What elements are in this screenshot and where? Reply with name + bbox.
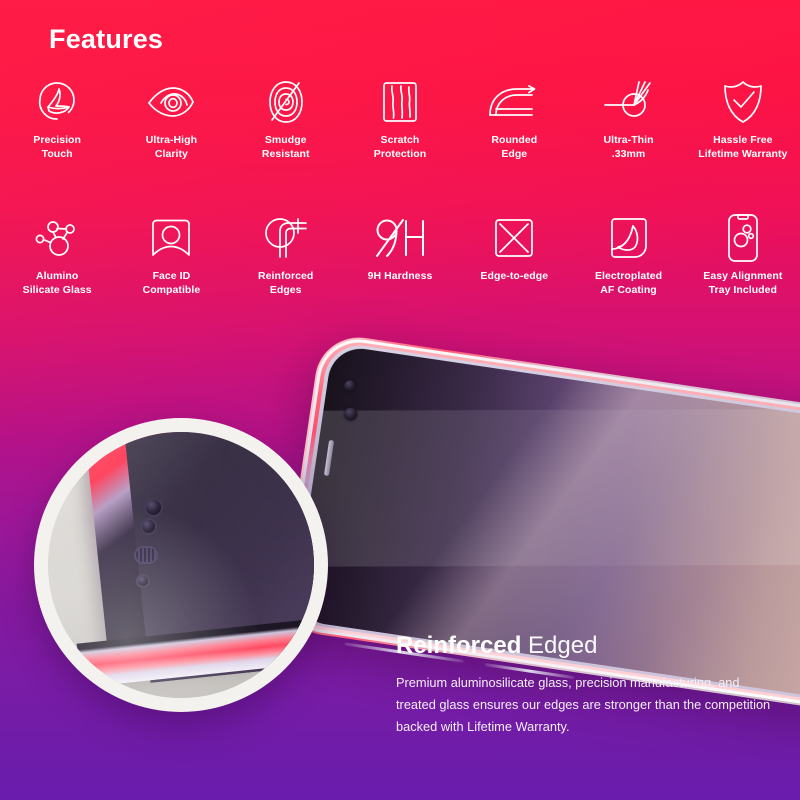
- feature-rounded-edge: Rounded Edge: [457, 78, 571, 162]
- feature-label: Alumino Silicate Glass: [22, 270, 92, 296]
- feature-label: 9H Hardness: [367, 270, 433, 282]
- alignment-tray-icon: [726, 214, 760, 262]
- feature-label: Electroplated AF Coating: [594, 270, 663, 296]
- feature-label: Scratch Protection: [373, 134, 427, 160]
- feature-precision-touch: Precision Touch: [0, 78, 114, 162]
- feature-ultra-high-clarity: Ultra-High Clarity: [114, 78, 228, 162]
- precision-touch-icon: [34, 78, 80, 126]
- caption-title: Reinforced Edged: [396, 632, 782, 661]
- caption-block: Reinforced Edged Premium aluminosilicate…: [396, 632, 782, 738]
- magnifier-lens-inner: [48, 432, 314, 698]
- edge-to-edge-icon: [493, 214, 535, 262]
- rounded-edge-icon: [487, 78, 541, 126]
- eye-clarity-icon: [146, 78, 196, 126]
- feature-label: Ultra-Thin .33mm: [603, 134, 654, 160]
- feature-reinforced-edges: Reinforced Edges: [229, 214, 343, 298]
- magnifier-lens-closeup: [34, 418, 328, 712]
- scratch-protection-icon: [380, 78, 420, 126]
- feature-scratch-protection: Scratch Protection: [343, 78, 457, 162]
- caption-title-light: Edged: [528, 632, 598, 659]
- ultra-thin-icon: [603, 78, 655, 126]
- feature-lifetime-warranty: Hassle Free Lifetime Warranty: [686, 78, 800, 162]
- caption-body: Premium aluminosilicate glass, precision…: [396, 674, 771, 735]
- feature-label: Ultra-High Clarity: [145, 134, 198, 160]
- reinforced-edges-icon: [262, 214, 310, 262]
- caption-title-strong: Reinforced: [396, 632, 522, 659]
- feature-alumino-silicate-glass: Alumino Silicate Glass: [0, 214, 114, 298]
- feature-ultra-thin: Ultra-Thin .33mm: [571, 78, 685, 162]
- page-title: Features: [49, 24, 164, 54]
- feature-face-id-compatible: Face ID Compatible: [114, 214, 228, 298]
- feature-label: Face ID Compatible: [142, 270, 201, 296]
- feature-edge-to-edge: Edge-to-edge: [457, 214, 571, 298]
- screen-sheen: [292, 408, 800, 567]
- feature-smudge-resistant: Smudge Resistant: [229, 78, 343, 162]
- product-feature-graphic: Features Precision Touch Ultra-High Clar…: [0, 0, 800, 800]
- feature-row-secondary: Alumino Silicate Glass Face ID Compatibl…: [0, 214, 800, 298]
- feature-label: Smudge Resistant: [261, 134, 310, 160]
- molecule-icon: [34, 214, 80, 262]
- shield-check-icon: [721, 78, 765, 126]
- feature-label: Precision Touch: [33, 134, 81, 160]
- feature-alignment-tray: Easy Alignment Tray Included: [686, 214, 800, 298]
- smudge-resistant-icon: [266, 78, 306, 126]
- feature-label: Easy Alignment Tray Included: [703, 270, 783, 296]
- feature-af-coating: Electroplated AF Coating: [571, 214, 685, 298]
- feature-9h-hardness: 9H Hardness: [343, 214, 457, 298]
- af-coating-icon: [608, 214, 650, 262]
- feature-label: Hassle Free Lifetime Warranty: [698, 134, 788, 160]
- 9h-hardness-icon: [373, 214, 427, 262]
- feature-row-primary: Precision Touch Ultra-High Clarity Smudg…: [0, 78, 800, 162]
- feature-label: Rounded Edge: [491, 134, 538, 160]
- feature-label: Reinforced Edges: [258, 270, 314, 296]
- face-id-icon: [149, 214, 193, 262]
- feature-label: Edge-to-edge: [480, 270, 549, 282]
